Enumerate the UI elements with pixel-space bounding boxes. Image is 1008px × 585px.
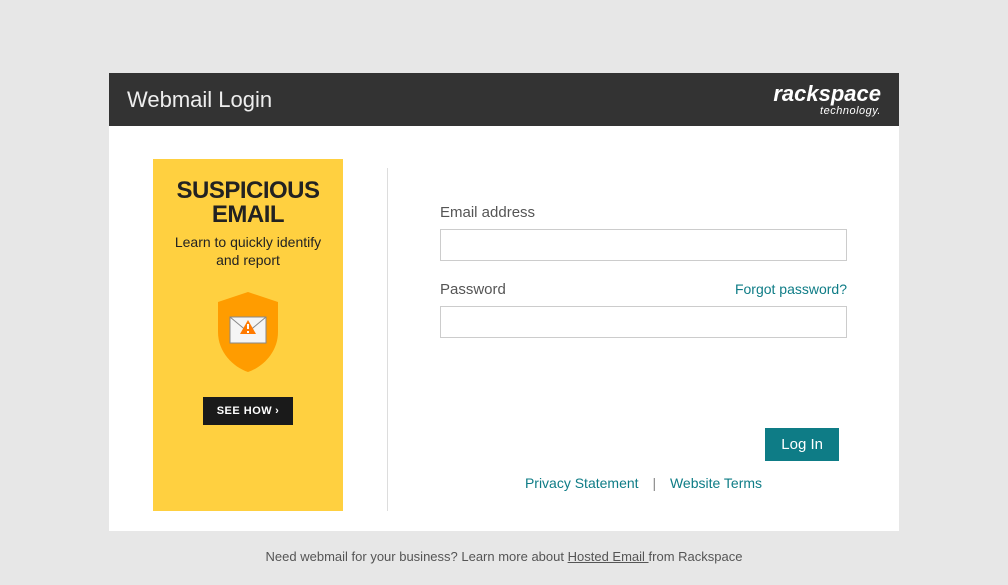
password-group: Password Forgot password? bbox=[440, 281, 847, 338]
login-form: Email address Password Forgot password? … bbox=[388, 159, 899, 511]
content-area: SUSPICIOUS EMAIL Learn to quickly identi… bbox=[109, 126, 899, 531]
bottom-suffix: from Rackspace bbox=[649, 549, 743, 564]
promo-title-line2: EMAIL bbox=[163, 203, 333, 227]
email-group: Email address bbox=[440, 204, 847, 261]
rackspace-logo: rackspace technology. bbox=[773, 83, 881, 117]
chevron-right-icon: › bbox=[275, 405, 279, 417]
header-bar: Webmail Login rackspace technology. bbox=[109, 73, 899, 126]
shield-envelope-icon bbox=[208, 287, 288, 377]
footer-links: Privacy Statement | Website Terms bbox=[440, 461, 847, 511]
bottom-prefix: Need webmail for your business? Learn mo… bbox=[266, 549, 568, 564]
logo-main-text: rackspace bbox=[773, 83, 881, 105]
page-title: Webmail Login bbox=[127, 87, 272, 113]
email-label: Email address bbox=[440, 204, 535, 221]
forgot-password-link[interactable]: Forgot password? bbox=[735, 281, 847, 297]
promo-banner[interactable]: SUSPICIOUS EMAIL Learn to quickly identi… bbox=[153, 159, 343, 511]
see-how-label: SEE HOW bbox=[217, 405, 272, 417]
password-input[interactable] bbox=[440, 306, 847, 338]
separator: | bbox=[652, 475, 656, 491]
password-label: Password bbox=[440, 281, 506, 298]
promo-title-line1: SUSPICIOUS bbox=[163, 179, 333, 203]
email-input[interactable] bbox=[440, 229, 847, 261]
login-container: Webmail Login rackspace technology. SUSP… bbox=[109, 73, 899, 531]
promo-subtitle: Learn to quickly identify and report bbox=[163, 233, 333, 269]
button-row: Log In bbox=[440, 428, 847, 461]
see-how-button[interactable]: SEE HOW› bbox=[203, 397, 294, 425]
privacy-link[interactable]: Privacy Statement bbox=[525, 475, 639, 491]
bottom-text: Need webmail for your business? Learn mo… bbox=[0, 549, 1008, 564]
hosted-email-link[interactable]: Hosted Email bbox=[568, 549, 649, 564]
terms-link[interactable]: Website Terms bbox=[670, 475, 762, 491]
logo-sub-text: technology. bbox=[773, 105, 881, 117]
login-button[interactable]: Log In bbox=[765, 428, 839, 461]
